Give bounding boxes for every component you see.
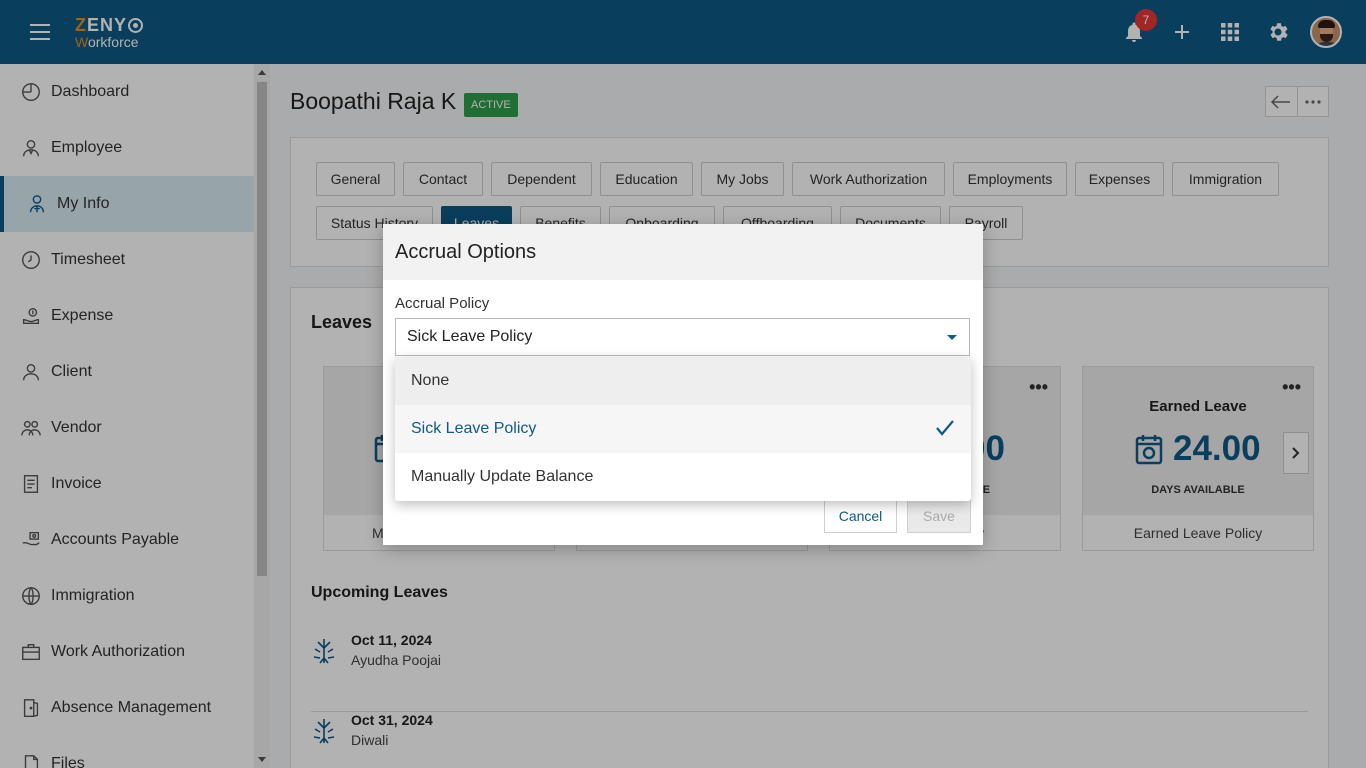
dropdown-option-manually-update-balance[interactable]: Manually Update Balance bbox=[395, 453, 971, 501]
dropdown-option-none[interactable]: None bbox=[395, 357, 971, 405]
checkmark-icon bbox=[936, 420, 954, 436]
accrual-policy-dropdown: None Sick Leave Policy Manually Update B… bbox=[395, 357, 971, 501]
save-button[interactable]: Save bbox=[907, 499, 971, 533]
user-avatar[interactable] bbox=[1310, 16, 1342, 48]
caret-down-icon bbox=[947, 335, 957, 340]
accrual-policy-select[interactable]: Sick Leave Policy bbox=[395, 318, 970, 356]
accrual-policy-label: Accrual Policy bbox=[395, 295, 490, 312]
dropdown-option-sick-leave-policy[interactable]: Sick Leave Policy bbox=[395, 405, 971, 453]
dropdown-option-label: Sick Leave Policy bbox=[411, 420, 537, 437]
plus-icon[interactable] bbox=[1170, 20, 1194, 44]
app-logo[interactable]: Z ENY Workforce bbox=[75, 16, 144, 49]
accrual-policy-value: Sick Leave Policy bbox=[407, 328, 533, 345]
dialog-title: Accrual Options bbox=[383, 224, 983, 280]
top-bar: Z ENY Workforce 7 bbox=[0, 0, 1366, 64]
gear-icon[interactable] bbox=[1266, 20, 1290, 44]
notification-badge: 7 bbox=[1135, 9, 1157, 31]
cancel-button[interactable]: Cancel bbox=[824, 499, 897, 533]
apps-grid-icon[interactable] bbox=[1218, 20, 1242, 44]
menu-icon[interactable] bbox=[30, 24, 50, 40]
